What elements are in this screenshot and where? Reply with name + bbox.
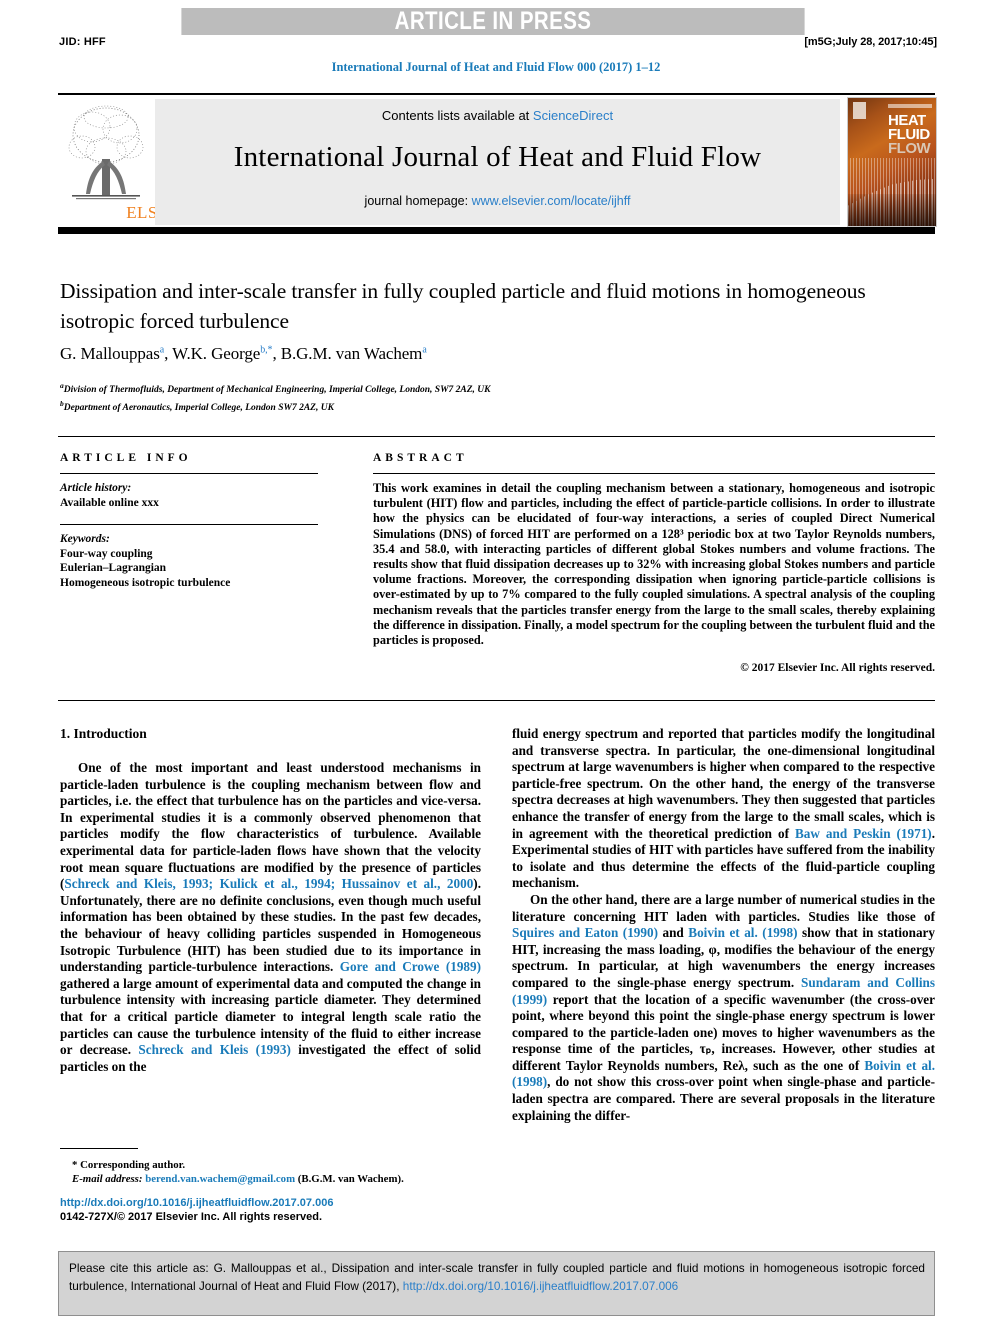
paragraph-text: On the other hand, there are a large num… <box>512 891 935 924</box>
affiliation-a-text: Division of Thermofluids, Department of … <box>63 385 491 396</box>
cover-elsevier-mark-icon <box>853 102 866 119</box>
paragraph-intro-2: On the other hand, there are a large num… <box>512 892 935 1124</box>
doi-link[interactable]: http://dx.doi.org/10.1016/j.ijheatfluidf… <box>60 1196 490 1210</box>
sciencedirect-link[interactable]: ScienceDirect <box>533 108 613 123</box>
keyword-item: Homogeneous isotropic turbulence <box>60 576 231 589</box>
paragraph-text: , do not show this cross-over point when… <box>512 1074 935 1123</box>
keywords-label: Keywords: <box>60 533 110 545</box>
keywords-block: Keywords: Four-way coupling Eulerian–Lag… <box>60 532 318 590</box>
citation-doi-link[interactable]: http://dx.doi.org/10.1016/j.ijheatfluidf… <box>403 1279 678 1293</box>
email-note: E-mail address: berend.van.wachem@gmail.… <box>60 1172 481 1186</box>
banner-top-rule <box>58 93 935 95</box>
contents-prefix: Contents lists available at <box>381 108 533 123</box>
journal-homepage-line: journal homepage: www.elsevier.com/locat… <box>155 194 840 208</box>
banner-bottom-rule <box>58 227 935 234</box>
email-link[interactable]: berend.van.wachem@gmail.com <box>145 1173 295 1185</box>
author-list: G. Mallouppasa, W.K. Georgeb,*, B.G.M. v… <box>60 344 427 363</box>
paragraph-text: fluid energy spectrum and reported that … <box>512 726 935 841</box>
section-heading-introduction: 1. Introduction <box>60 726 147 741</box>
citation-link[interactable]: Squires and Eaton (1990) <box>512 925 658 940</box>
elsevier-logo: ELSEVIER <box>62 99 209 225</box>
affiliation-a: aDivision of Thermofluids, Department of… <box>60 381 491 396</box>
running-head: International Journal of Heat and Fluid … <box>331 60 661 74</box>
journal-title: International Journal of Heat and Fluid … <box>233 141 762 173</box>
issn-copyright-line: 0142-727X/© 2017 Elsevier Inc. All right… <box>60 1211 323 1223</box>
copyright-line: © 2017 Elsevier Inc. All rights reserved… <box>740 662 935 675</box>
paragraph-intro-1: One of the most important and least unde… <box>60 760 481 1075</box>
footnote-rule <box>60 1148 138 1149</box>
keyword-item: Four-way coupling <box>60 547 153 560</box>
citation-link[interactable]: Gore and Crowe (1989) <box>340 959 481 974</box>
paragraph-intro-continued: fluid energy spectrum and reported that … <box>512 726 935 892</box>
abstract-heading: ABSTRACT <box>373 452 468 464</box>
article-info-rule <box>60 473 318 474</box>
citation-footer-text: Please cite this article as: G. Malloupp… <box>69 1259 925 1295</box>
paper-page: ARTICLE IN PRESS JID: HFF [m5G;July 28, … <box>0 0 992 1323</box>
page-title: Dissipation and inter-scale transfer in … <box>60 279 866 333</box>
abstract-section: ABSTRACT This work examines in detail th… <box>373 452 935 674</box>
article-info-section: ARTICLE INFO Article history: Available … <box>60 452 318 590</box>
journal-banner: Contents lists available at ScienceDirec… <box>155 99 840 225</box>
paragraph-text: and <box>657 925 689 941</box>
affiliation-b-text: Department of Aeronautics, Imperial Coll… <box>63 403 334 414</box>
email-owner: (B.G.M. van Wachem). <box>297 1173 404 1185</box>
article-history-label: Article history: <box>60 482 132 494</box>
keywords-rule <box>60 524 318 525</box>
email-label: E-mail address: <box>72 1173 143 1185</box>
doi-block: http://dx.doi.org/10.1016/j.ijheatfluidf… <box>60 1196 490 1224</box>
abstract-text: This work examines in detail the couplin… <box>373 481 935 648</box>
keyword-item: Eulerian–Lagrangian <box>60 562 167 574</box>
article-history-value: Available online xxx <box>60 496 159 509</box>
footnote-block: * Corresponding author. E-mail address: … <box>60 1148 481 1186</box>
citation-link[interactable]: Schreck and Kleis (1993) <box>138 1042 290 1057</box>
cover-shadow <box>848 194 936 226</box>
abstract-rule <box>373 473 935 474</box>
cover-masthead-line <box>888 104 932 108</box>
article-in-press-banner: ARTICLE IN PRESS <box>181 8 805 35</box>
journal-cover-thumbnail: HEAT FLUID FLOW <box>847 97 937 227</box>
body-top-rule <box>58 700 935 701</box>
affiliations: aDivision of Thermofluids, Department of… <box>60 379 890 415</box>
typesetter-timestamp: [m5G;July 28, 2017;10:45] <box>804 36 937 48</box>
citation-link[interactable]: Baw and Peskin (1971) <box>795 826 932 841</box>
homepage-prefix: journal homepage: <box>364 194 472 208</box>
info-top-rule <box>58 436 935 437</box>
corresponding-author-note: * Corresponding author. <box>72 1159 186 1171</box>
citation-footer-box: Please cite this article as: G. Malloupp… <box>58 1251 935 1316</box>
journal-homepage-link[interactable]: www.elsevier.com/locate/ijhff <box>472 194 631 208</box>
body-column-right: fluid energy spectrum and reported that … <box>512 726 935 1124</box>
paragraph-text: One of the most important and least unde… <box>60 760 481 892</box>
article-history-block: Article history: Available online xxx <box>60 481 318 510</box>
journal-id-label: JID: HFF <box>59 36 106 48</box>
contents-available-line: Contents lists available at ScienceDirec… <box>155 108 840 123</box>
body-column-left: 1. Introduction One of the most importan… <box>60 726 481 1075</box>
citation-link[interactable]: Boivin et al. (1998) <box>688 925 797 940</box>
cover-word-flow: FLOW <box>888 140 931 157</box>
citation-link[interactable]: Schreck and Kleis, 1993; Kulick et al., … <box>64 876 473 891</box>
article-info-heading: ARTICLE INFO <box>60 452 192 464</box>
affiliation-b: bDepartment of Aeronautics, Imperial Col… <box>60 399 334 414</box>
